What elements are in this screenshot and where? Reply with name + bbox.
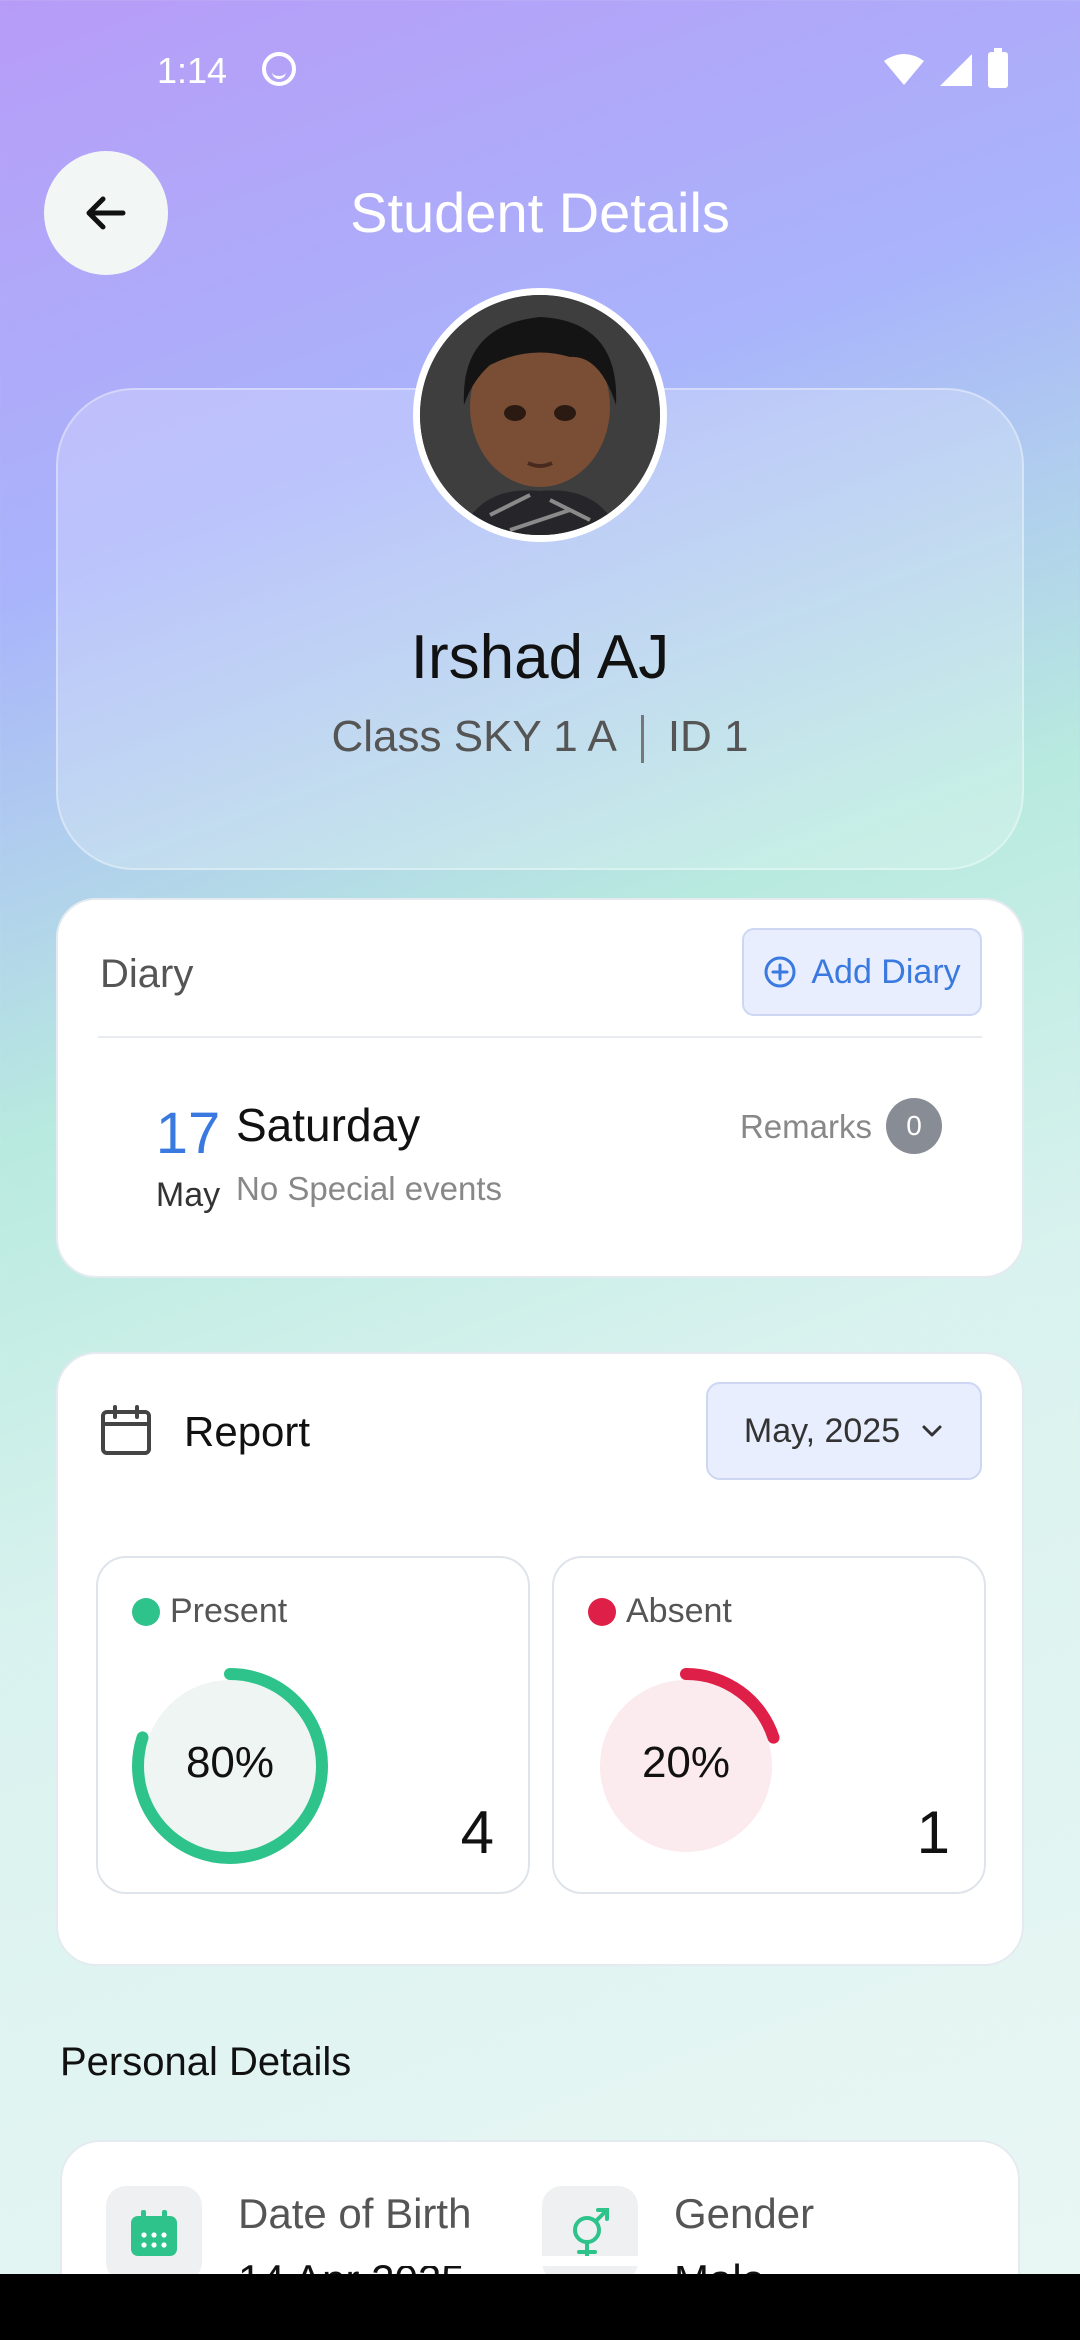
- report-title: Report: [184, 1408, 311, 1455]
- diary-note: No Special events: [236, 1170, 502, 1207]
- student-class: Class SKY 1 A: [331, 712, 617, 761]
- gender-label: Gender: [674, 2190, 815, 2237]
- add-diary-button[interactable]: Add Diary: [742, 928, 982, 1016]
- status-time: 1:14: [157, 50, 228, 91]
- student-photo: [420, 295, 660, 535]
- student-meta: Class SKY 1 A ID 1: [0, 712, 1080, 764]
- gender-icon-box: [542, 2186, 638, 2282]
- dob-label: Date of Birth: [238, 2190, 472, 2237]
- cell-signal-icon: [940, 54, 972, 86]
- student-name: Irshad AJ: [410, 623, 670, 692]
- face-icon: [262, 52, 296, 86]
- remarks-label: Remarks: [739, 1108, 872, 1145]
- chevron-down-icon: [922, 1425, 942, 1437]
- present-percent: 80%: [185, 1738, 275, 1787]
- page-title: Student Details: [350, 181, 730, 244]
- present-count: 4: [460, 1799, 494, 1866]
- status-icons: [884, 48, 1008, 88]
- absent-count: 1: [916, 1799, 950, 1866]
- wifi-icon: [884, 54, 924, 85]
- diary-divider: [98, 1036, 982, 1038]
- diary-day-number: 17: [155, 1101, 221, 1166]
- student-id: ID 1: [667, 712, 749, 761]
- absent-label: Absent: [626, 1592, 732, 1630]
- diary-title: Diary: [100, 952, 194, 996]
- diary-card: Diary Add Diary 17 May Saturday No Speci…: [56, 898, 1024, 1278]
- remarks-count-badge: 0: [886, 1098, 942, 1154]
- absent-percent: 20%: [641, 1738, 731, 1787]
- add-diary-label: Add Diary: [811, 952, 961, 991]
- personal-details-heading: Personal Details: [60, 2040, 352, 2084]
- home-gesture-handle[interactable]: [390, 2256, 690, 2266]
- month-select-value: May, 2025: [743, 1411, 901, 1450]
- status-bar: 1:14: [0, 0, 1080, 140]
- battery-icon: [988, 48, 1008, 88]
- present-label: Present: [170, 1592, 288, 1630]
- diary-month: May: [155, 1176, 221, 1214]
- diary-weekday: Saturday: [236, 1099, 421, 1151]
- report-card: Report May, 2025 Present 80% 4 Absent 20…: [56, 1352, 1024, 1966]
- gender-icon: [573, 2208, 609, 2262]
- plus-circle-icon: [764, 956, 796, 988]
- month-select[interactable]: May, 2025: [706, 1382, 982, 1480]
- avatar: [413, 288, 667, 542]
- dob-icon-box: [106, 2186, 202, 2282]
- absent-dot: [588, 1598, 616, 1626]
- present-stat-box: Present 80% 4: [96, 1556, 530, 1894]
- present-dot: [132, 1598, 160, 1626]
- system-nav-bar: [0, 2274, 1080, 2340]
- calendar-icon: [101, 1405, 151, 1455]
- absent-stat-box: Absent 20% 1: [552, 1556, 986, 1894]
- meta-divider: [640, 715, 644, 764]
- calendar-icon: [131, 2210, 177, 2256]
